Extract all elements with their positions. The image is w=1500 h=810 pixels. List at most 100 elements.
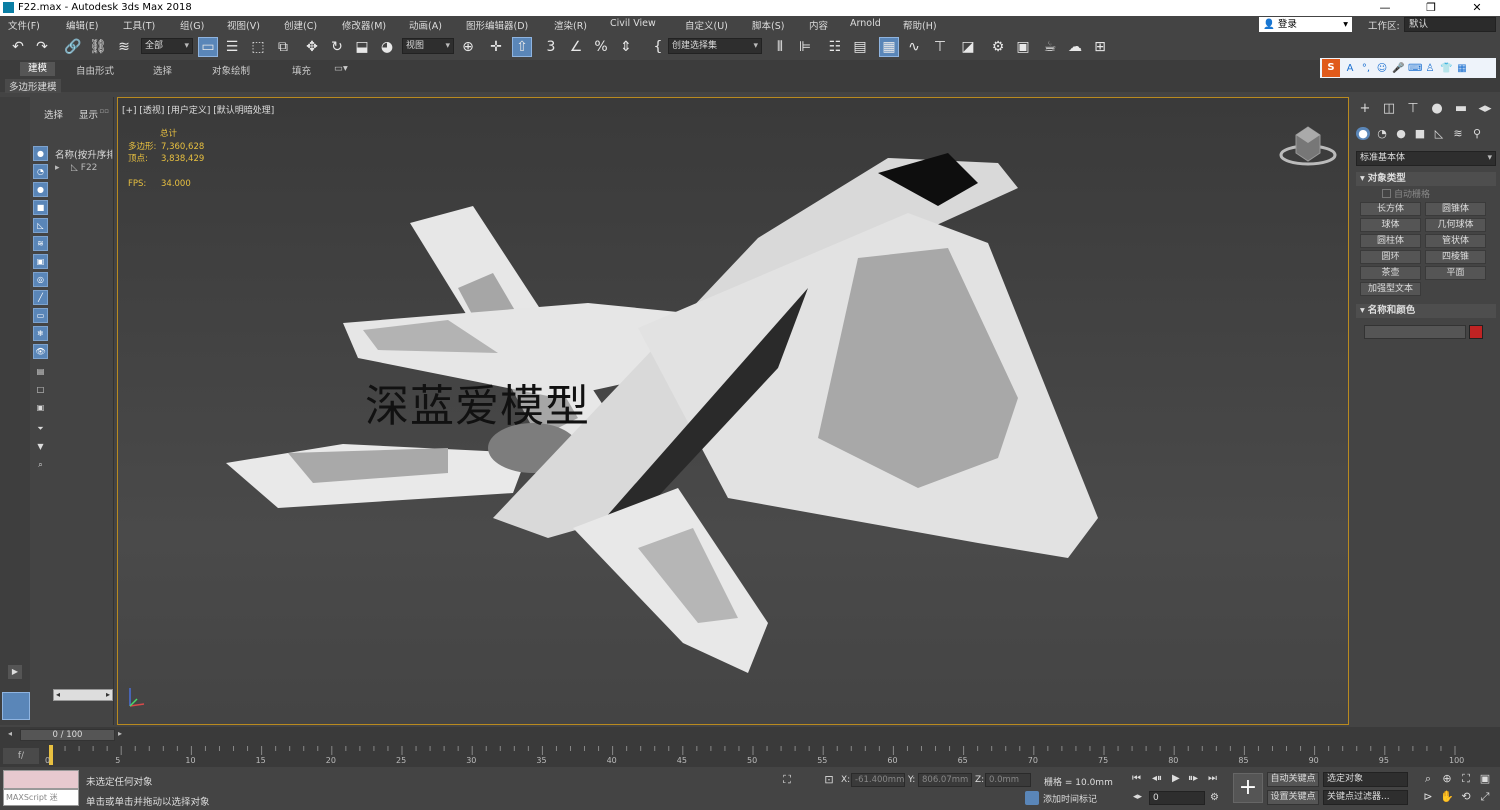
display-tab-icon[interactable]: ▬ [1452, 101, 1470, 121]
cameras-filter-icon[interactable]: ■ [33, 200, 48, 215]
shapes-icon[interactable]: ◔ [1375, 127, 1389, 140]
geometry-icon[interactable]: ● [1356, 127, 1370, 140]
menu-edit[interactable]: 编辑(E) [66, 18, 98, 32]
key-selection-dropdown[interactable]: 选定对象 [1323, 772, 1408, 787]
rendered-frame-window-icon[interactable]: ▣ [1013, 37, 1033, 57]
frozen-filter-icon[interactable]: ❄ [33, 326, 48, 341]
filter-icon[interactable]: ⏷ [33, 422, 48, 437]
next-frame-icon[interactable]: ▸ [118, 729, 122, 738]
viewcube[interactable] [1278, 123, 1338, 173]
curve-editor-icon[interactable]: ∿ [904, 37, 924, 57]
tab-selection[interactable]: 选择 [153, 63, 172, 77]
name-column-header[interactable]: 名称(按升序排 [55, 147, 113, 161]
plane-button[interactable]: 平面 [1425, 266, 1486, 280]
sogou-logo-icon[interactable]: S [1322, 59, 1340, 77]
containers-filter-icon[interactable]: ▭ [33, 308, 48, 323]
pyramid-button[interactable]: 四棱锥 [1425, 250, 1486, 264]
minimize-button[interactable]: — [1362, 0, 1408, 16]
menu-modifiers[interactable]: 修改器(M) [342, 18, 386, 32]
time-slider[interactable]: ◂ 0 / 100 ▸ [0, 727, 1500, 745]
scroll-left-icon[interactable]: ◂ [56, 690, 60, 699]
play-icon[interactable]: ▶ [1172, 773, 1180, 784]
display-none-icon[interactable]: □ [33, 383, 48, 398]
keyboard-shortcut-override-icon[interactable]: ⇧ [512, 37, 532, 57]
name-and-color-rollout[interactable]: 名称和颜色 [1356, 304, 1496, 318]
percent-snap-icon[interactable]: % [591, 37, 611, 57]
find-icon[interactable]: ⌕ [33, 458, 48, 473]
scroll-right-icon[interactable]: ▸ [106, 690, 110, 699]
geosphere-button[interactable]: 几何球体 [1425, 218, 1486, 232]
unlink-icon[interactable]: ⛓ [88, 37, 108, 57]
auto-grid-checkbox[interactable]: 自动栅格 [1382, 187, 1430, 200]
mini-curve-editor-button[interactable]: f∕ [3, 748, 39, 764]
layer-explorer-icon[interactable]: ☷ [825, 37, 845, 57]
funnel-icon[interactable]: ▼ [33, 440, 48, 455]
geometry-filter-icon[interactable]: ● [33, 146, 48, 161]
next-key-icon[interactable]: ⏸▸ [1188, 773, 1198, 784]
menu-animation[interactable]: 动画(A) [409, 18, 442, 32]
previous-key-icon[interactable]: ◂⏸ [1152, 773, 1162, 784]
select-manipulate-icon[interactable]: ✛ [486, 37, 506, 57]
menu-civil-view[interactable]: Civil View [610, 18, 656, 29]
maxscript-listener[interactable] [3, 770, 79, 789]
select-by-name-icon[interactable]: ☰ [222, 37, 242, 57]
menu-content[interactable]: 内容 [809, 18, 828, 32]
go-to-end-icon[interactable]: ⏭ [1208, 773, 1217, 784]
space-warps-icon[interactable]: ≋ [1451, 127, 1465, 140]
absolute-mode-icon[interactable]: ⊡ [822, 773, 836, 786]
tube-button[interactable]: 管状体 [1425, 234, 1486, 248]
rotate-icon[interactable]: ↻ [327, 37, 347, 57]
user-center-icon[interactable]: ♙ [1424, 63, 1436, 74]
spinner-snap-icon[interactable]: ⇕ [616, 37, 636, 57]
menu-graph-editors[interactable]: 图形编辑器(D) [466, 18, 528, 32]
named-selection-dropdown[interactable]: 创建选择集 [668, 38, 762, 54]
zoom-icon[interactable]: ⌕ [1421, 772, 1435, 786]
close-button[interactable]: ✕ [1454, 0, 1500, 16]
isolate-selection-icon[interactable]: ⛶ [780, 773, 794, 787]
tab-select[interactable]: 选择 [44, 107, 63, 121]
display-all-icon[interactable]: ▤ [33, 365, 48, 380]
keyboard-icon[interactable]: ⌨ [1408, 63, 1422, 74]
move-icon[interactable]: ✥ [302, 37, 322, 57]
pivot-center-icon[interactable]: ⊕ [458, 37, 478, 57]
key-filters-button[interactable]: 关键点过滤器... [1323, 790, 1408, 805]
render-in-cloud-icon[interactable]: ☁ [1065, 37, 1085, 57]
render-setup-icon[interactable]: ⚙ [988, 37, 1008, 57]
perspective-viewport[interactable]: [+] [透视] [用户定义] [默认明暗处理] 总计 多边形: 7,360,62… [117, 97, 1349, 725]
panel-pin-icon[interactable]: ▫▫ [100, 107, 110, 115]
sphere-button[interactable]: 球体 [1360, 218, 1421, 232]
time-slider-thumb[interactable]: 0 / 100 [20, 729, 115, 741]
menu-group[interactable]: 组(G) [180, 18, 204, 32]
scene-explorer-icon[interactable]: ▦ [879, 37, 899, 57]
go-to-start-icon[interactable]: ⏮ [1132, 773, 1141, 784]
menu-view[interactable]: 视图(V) [227, 18, 260, 32]
skin-icon[interactable]: 👕 [1440, 63, 1452, 74]
window-crossing-icon[interactable]: ⧉ [273, 37, 293, 57]
a360-gallery-icon[interactable]: ⊞ [1090, 37, 1110, 57]
zoom-extents-all-icon[interactable]: ▣ [1478, 772, 1492, 785]
menu-help[interactable]: 帮助(H) [903, 18, 937, 32]
workspace-select[interactable]: 默认 [1404, 17, 1496, 32]
menu-file[interactable]: 文件(F) [8, 18, 40, 32]
snaps-toggle-icon[interactable]: 3 [541, 37, 561, 57]
previous-frame-icon[interactable]: ◂ [8, 729, 12, 738]
menu-rendering[interactable]: 渲染(R) [554, 18, 587, 32]
y-coordinate-field[interactable]: 806.07mm [918, 773, 972, 787]
select-object-icon[interactable]: ▭ [198, 37, 218, 57]
login-dropdown[interactable]: 👤 登录 ▾ [1259, 17, 1352, 32]
time-configuration-icon[interactable]: ⚙ [1210, 792, 1219, 803]
object-name-field[interactable] [1364, 325, 1466, 339]
x-coordinate-field[interactable]: -61.400mm [851, 773, 905, 787]
menu-create[interactable]: 创建(C) [284, 18, 317, 32]
motion-tab-icon[interactable]: ● [1428, 101, 1446, 121]
microphone-icon[interactable]: 🎤 [1392, 63, 1404, 74]
mirror-icon[interactable]: ⫴ [770, 37, 790, 57]
expand-arrow-icon[interactable]: ▶ [8, 665, 22, 679]
emoji-icon[interactable]: ☺ [1376, 63, 1388, 74]
restore-button[interactable]: ❐ [1408, 0, 1454, 16]
tab-freeform[interactable]: 自由形式 [76, 63, 114, 77]
bind-space-warp-icon[interactable]: ≋ [114, 37, 134, 57]
z-coordinate-field[interactable]: 0.0mm [985, 773, 1031, 787]
invert-display-icon[interactable]: ▣ [33, 401, 48, 416]
hierarchy-tab-icon[interactable]: ⊤ [1404, 101, 1422, 121]
